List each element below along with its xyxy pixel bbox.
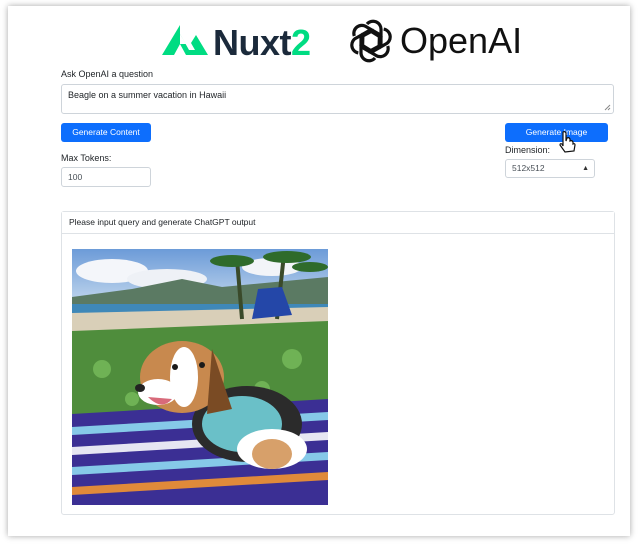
question-value: Beagle on a summer vacation in Hawaii [68,90,227,100]
dimension-label: Dimension: [505,145,551,155]
max-tokens-label: Max Tokens: [61,153,112,163]
generate-content-button[interactable]: Generate Content [61,123,151,142]
max-tokens-input[interactable]: 100 [61,167,151,187]
generate-image-button[interactable]: Generate Image [505,123,608,142]
output-card: Please input query and generate ChatGPT … [61,211,615,515]
select-caret-icon: ▲ [582,165,589,172]
logo-banner: Nuxt2 OpenAI [8,16,630,66]
app-window: Nuxt2 OpenAI Ask OpenAI a question Beagl… [8,6,630,536]
question-textarea[interactable]: Beagle on a summer vacation in Hawaii [61,84,614,114]
dimension-select[interactable]: 512x512 ▲ [505,159,595,178]
resize-grip-icon[interactable] [604,104,611,111]
openai-wordmark: OpenAI [400,20,523,61]
nuxt-logo-icon [162,25,208,55]
question-label: Ask OpenAI a question [61,69,154,79]
hand-cursor-icon [559,131,576,153]
dimension-value: 512x512 [512,163,545,173]
nuxt-wordmark: Nuxt2 [213,22,311,63]
openai-logo-icon [350,19,392,63]
generated-image [72,249,328,505]
output-card-header: Please input query and generate ChatGPT … [62,212,614,234]
